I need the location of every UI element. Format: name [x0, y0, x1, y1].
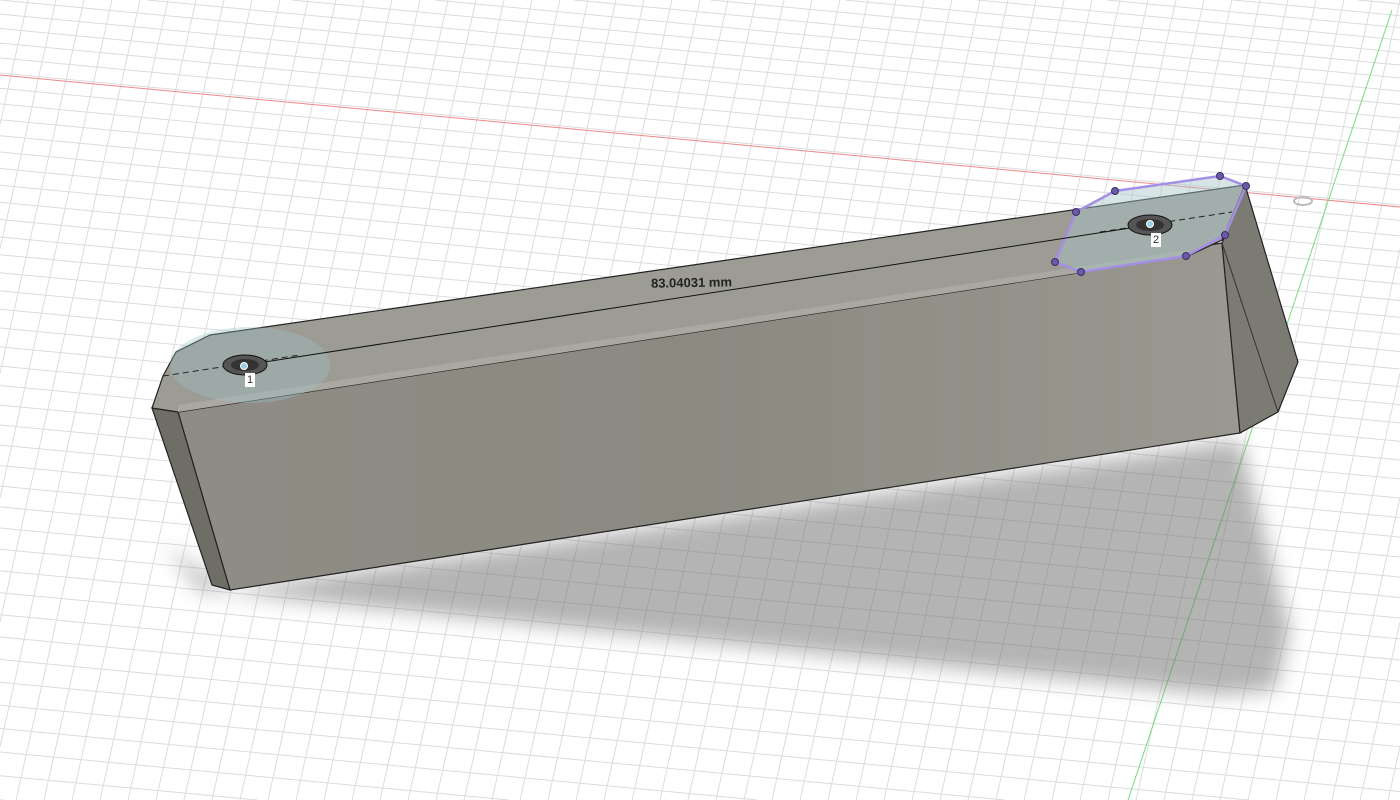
grid-line: [147, 0, 1400, 119]
hole-2[interactable]: [1127, 214, 1173, 236]
grid-line: [1106, 0, 1400, 29]
point-label-2: 2: [1151, 233, 1162, 247]
grid-line: [0, 704, 1005, 800]
grid-line: [1331, 497, 1400, 800]
grid-line: [1247, 124, 1400, 800]
grid-line: [976, 0, 1400, 41]
hole-1[interactable]: [222, 354, 268, 376]
3d-viewport-canvas[interactable]: [0, 0, 1400, 800]
grid-line: [1387, 746, 1400, 800]
grid-line: [0, 728, 759, 800]
grid-line: [1303, 373, 1400, 800]
dimension-value: 83.04031 mm: [650, 274, 733, 291]
grid-line: [1357, 0, 1400, 5]
grid-line: [0, 751, 510, 800]
grid-line: [710, 0, 1400, 66]
grid-line: [1275, 248, 1400, 800]
grid-line: [0, 681, 1249, 800]
point-label-1: 1: [245, 373, 256, 387]
grid-line: [291, 0, 1400, 105]
